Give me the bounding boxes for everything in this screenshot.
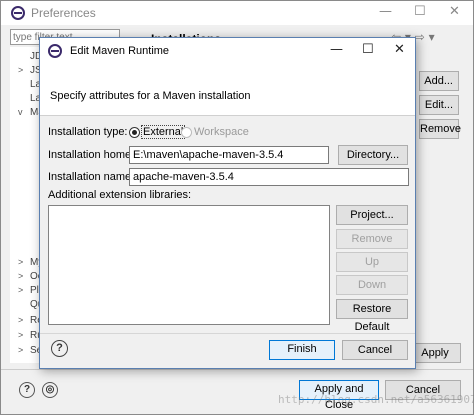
tree-arrow-icon[interactable]: > bbox=[18, 271, 23, 281]
directory-button[interactable]: Directory... bbox=[338, 145, 408, 165]
tree-arrow-icon[interactable]: > bbox=[18, 330, 23, 340]
import-export-icon[interactable]: ◎ bbox=[42, 382, 58, 398]
minimize-icon[interactable]: — bbox=[330, 42, 343, 57]
maximize-icon[interactable]: ☐ bbox=[414, 4, 426, 19]
watermark: http://blog.csdn.net/a563619077 bbox=[278, 393, 474, 406]
workspace-radio[interactable] bbox=[181, 127, 192, 138]
close-icon[interactable]: ✕ bbox=[394, 42, 405, 57]
workspace-radio-label[interactable]: Workspace bbox=[194, 126, 249, 138]
library-remove-button[interactable]: Remove bbox=[336, 229, 408, 249]
extension-libraries-list[interactable] bbox=[48, 205, 330, 325]
maximize-icon[interactable]: ☐ bbox=[362, 42, 374, 57]
dialog-description: Specify attributes for a Maven installat… bbox=[50, 90, 251, 102]
tree-arrow-icon[interactable]: > bbox=[18, 285, 23, 295]
tree-arrow-icon[interactable]: > bbox=[18, 345, 23, 355]
installation-type-label: Installation type: bbox=[48, 126, 128, 138]
divider bbox=[1, 369, 473, 370]
eclipse-logo-icon bbox=[11, 6, 25, 20]
remove-button[interactable]: Remove bbox=[419, 119, 461, 139]
edit-maven-runtime-dialog: Edit Maven Runtime — ☐ ✕ Specify attribu… bbox=[39, 37, 416, 369]
dialog-title: Edit Maven Runtime bbox=[70, 45, 170, 57]
installation-name-input[interactable]: apache-maven-3.5.4 bbox=[129, 168, 409, 186]
dialog-cancel-button[interactable]: Cancel bbox=[342, 340, 408, 360]
restore-default-button[interactable]: Restore Default bbox=[336, 299, 408, 333]
close-icon[interactable]: ✕ bbox=[449, 4, 460, 19]
installation-home-input[interactable]: E:\maven\apache-maven-3.5.4 bbox=[129, 146, 329, 164]
tree-arrow-icon[interactable]: > bbox=[18, 257, 23, 267]
extension-libraries-label: Additional extension libraries: bbox=[48, 189, 192, 201]
dialog-titlebar: Edit Maven Runtime — ☐ ✕ bbox=[40, 38, 415, 64]
eclipse-logo-icon bbox=[48, 44, 62, 58]
down-button[interactable]: Down bbox=[336, 275, 408, 295]
finish-button[interactable]: Finish bbox=[269, 340, 335, 360]
divider bbox=[40, 333, 415, 334]
external-radio[interactable] bbox=[129, 127, 140, 138]
external-radio-label[interactable]: External bbox=[141, 125, 186, 139]
edit-button[interactable]: Edit... bbox=[419, 95, 459, 115]
add-button[interactable]: Add... bbox=[419, 71, 459, 91]
apply-button[interactable]: Apply bbox=[409, 343, 461, 363]
dialog-header: Specify attributes for a Maven installat… bbox=[40, 64, 415, 116]
project-button[interactable]: Project... bbox=[336, 205, 408, 225]
help-icon[interactable]: ? bbox=[51, 340, 68, 357]
tree-arrow-icon[interactable]: > bbox=[18, 315, 23, 325]
minimize-icon[interactable]: — bbox=[379, 4, 392, 19]
preferences-titlebar: Preferences — ☐ ✕ bbox=[1, 1, 473, 25]
installation-name-label: Installation name: bbox=[48, 171, 135, 183]
up-button[interactable]: Up bbox=[336, 252, 408, 272]
installation-home-label: Installation home: bbox=[48, 149, 135, 161]
preferences-title: Preferences bbox=[31, 6, 96, 20]
tree-arrow-icon[interactable]: v bbox=[18, 107, 23, 117]
tree-arrow-icon[interactable]: > bbox=[18, 65, 23, 75]
help-icon[interactable]: ? bbox=[19, 382, 35, 398]
